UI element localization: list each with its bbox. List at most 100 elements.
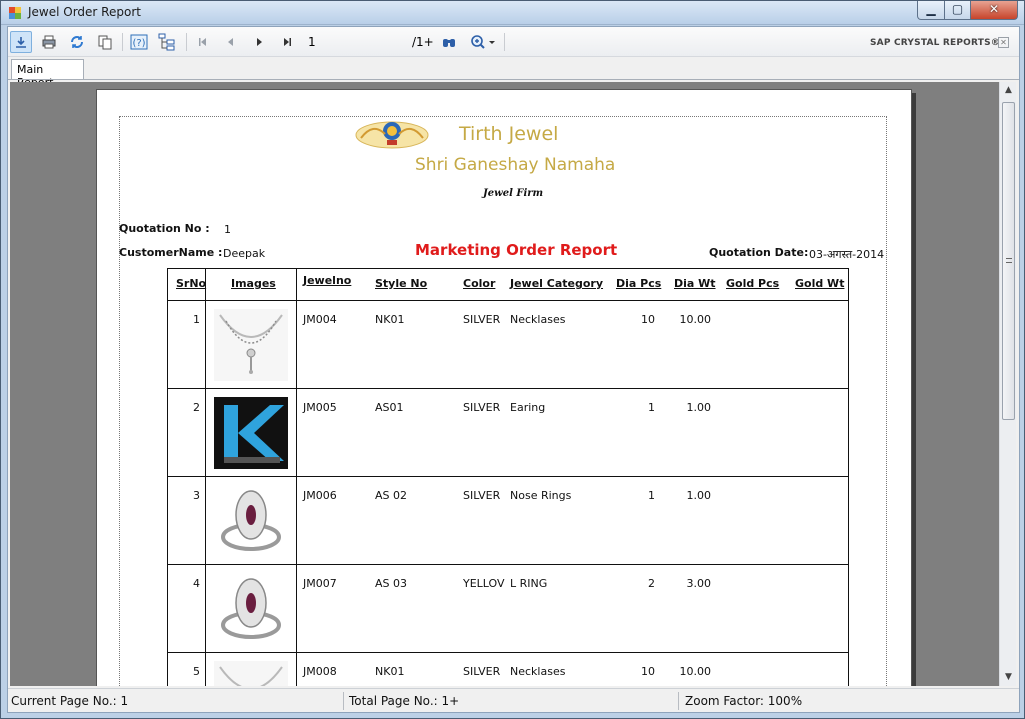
table-row[interactable]: 2 JM005 AS01 SILVER Earing 1 1.00 <box>167 389 849 477</box>
style-no-cell: NK01 <box>375 313 405 326</box>
maximize-button[interactable]: ▢ <box>944 1 971 20</box>
dia-wt-cell: 1.00 <box>686 401 712 414</box>
report-subtitle: Shri Ganeshay Namaha <box>415 155 616 175</box>
dia-wt-cell: 3.00 <box>686 577 712 590</box>
print-icon <box>42 35 56 49</box>
next-page-icon <box>257 38 262 46</box>
report-canvas[interactable]: Tirth Jewel Shri Ganeshay Namaha Jewel F… <box>10 82 999 686</box>
export-icon <box>16 37 26 48</box>
necklace-image <box>214 309 288 381</box>
previous-page-icon <box>228 38 233 46</box>
style-no-cell: NK01 <box>375 665 405 678</box>
window-title: Jewel Order Report <box>28 5 141 19</box>
scroll-up-button[interactable]: ▲ <box>1000 82 1017 99</box>
close-icon: ✕ <box>988 2 1000 16</box>
page-number-input[interactable] <box>306 33 408 51</box>
jewelno-cell: JM004 <box>303 313 337 326</box>
jewelno-cell: JM005 <box>303 401 337 414</box>
export-button[interactable] <box>10 31 32 53</box>
tab-divider <box>8 79 1019 80</box>
refresh-button[interactable] <box>66 31 88 53</box>
column-header-images: Images <box>231 277 276 290</box>
close-button[interactable]: ✕ <box>970 1 1018 20</box>
dia-pcs-cell: 2 <box>648 577 655 590</box>
chevron-down-icon: ▼ <box>1005 672 1012 682</box>
jewelno-cell: JM006 <box>303 489 337 502</box>
category-cell: Necklases <box>510 665 566 678</box>
srno-cell: 3 <box>193 489 200 502</box>
tab-main-report[interactable]: Main Report <box>11 59 84 89</box>
table-row[interactable]: 1 JM004 NK01 SILVER Necklases 10 10.00 <box>167 301 849 389</box>
category-cell: Necklases <box>510 313 566 326</box>
print-button[interactable] <box>38 31 60 53</box>
ring-image <box>214 485 288 557</box>
column-header-dia-pcs: Dia Pcs <box>616 277 662 290</box>
column-header-jewelno: Jewelno <box>303 274 352 287</box>
toolbar-separator <box>504 33 505 51</box>
title-bar[interactable]: Jewel Order Report ▁ ▢ ✕ <box>1 1 1024 25</box>
order-table: SrNo Images Jewelno Style No Color Jewel… <box>167 268 849 686</box>
close-view-button[interactable]: ✕ <box>998 37 1009 48</box>
necklace-image <box>214 661 288 686</box>
current-page-status: Current Page No.: 1 <box>11 694 129 708</box>
last-page-icon <box>284 38 291 46</box>
color-cell: YELLOV <box>463 577 505 590</box>
toolbar-separator <box>122 33 123 51</box>
find-button[interactable] <box>438 31 460 53</box>
table-row[interactable]: 3 JM006 AS 02 SILVER Nose Rings 1 1.00 <box>167 477 849 565</box>
help-button[interactable]: (?) <box>128 31 150 53</box>
group-tree-icon <box>158 33 175 51</box>
dia-wt-cell: 10.00 <box>679 665 712 678</box>
category-cell: Nose Rings <box>510 489 572 502</box>
toolbar-separator <box>186 33 187 51</box>
help-icon: (?) <box>130 34 148 50</box>
color-cell: SILVER <box>463 313 501 326</box>
quotation-no-value: 1 <box>224 223 231 236</box>
status-separator <box>678 692 679 710</box>
app-icon <box>9 7 21 19</box>
column-header-color: Color <box>463 277 496 290</box>
last-page-button[interactable] <box>276 31 298 53</box>
minimize-button[interactable]: ▁ <box>917 1 945 20</box>
color-cell: SILVER <box>463 489 501 502</box>
color-cell: SILVER <box>463 401 501 414</box>
dia-pcs-cell: 1 <box>648 489 655 502</box>
brand-label: SAP CRYSTAL REPORTS® <box>870 38 1000 48</box>
vertical-scrollbar[interactable]: ▲ ▼ <box>999 82 1016 686</box>
table-row[interactable]: 4 JM007 AS 03 YELLOV L RING 2 3.00 <box>167 565 849 653</box>
style-no-cell: AS 03 <box>375 577 408 590</box>
first-page-button[interactable] <box>192 31 214 53</box>
scroll-thumb[interactable] <box>1002 102 1015 420</box>
srno-cell: 5 <box>193 665 200 678</box>
company-name: Tirth Jewel <box>459 123 559 145</box>
style-no-cell: AS 02 <box>375 489 408 502</box>
dia-wt-cell: 10.00 <box>679 313 712 326</box>
report-title: Marketing Order Report <box>415 241 618 259</box>
scroll-down-button[interactable]: ▼ <box>1000 669 1017 686</box>
next-page-button[interactable] <box>248 31 270 53</box>
status-bar: Current Page No.: 1 Total Page No.: 1+ Z… <box>8 688 1019 712</box>
column-header-srno: SrNo <box>176 277 207 290</box>
quotation-date-value: 03-अगस्त-2014 <box>809 248 885 261</box>
k-logo-image <box>214 397 288 469</box>
previous-page-button[interactable] <box>220 31 242 53</box>
maximize-icon: ▢ <box>951 2 964 16</box>
jewelno-cell: JM008 <box>303 665 337 678</box>
column-header-gold-wt: Gold Wt <box>795 277 845 290</box>
zoom-button[interactable] <box>466 31 500 53</box>
close-view-icon: ✕ <box>1000 38 1007 47</box>
minimize-icon: ▁ <box>926 2 936 16</box>
column-header-dia-wt: Dia Wt <box>674 277 716 290</box>
firm-name: Jewel Firm <box>483 188 544 199</box>
find-icon <box>443 39 455 47</box>
grip-icon <box>1006 258 1012 263</box>
refresh-icon <box>71 36 83 48</box>
customer-name-label: CustomerName : <box>119 246 223 259</box>
copy-button[interactable] <box>94 31 116 53</box>
zoom-icon <box>471 35 495 49</box>
group-tree-button[interactable] <box>156 31 178 53</box>
ganesha-logo <box>355 121 429 149</box>
dia-wt-cell: 1.00 <box>686 489 712 502</box>
report-viewer-client: (?) /1+ <box>7 26 1020 713</box>
table-row[interactable]: 5 JM008 NK01 SILVER Necklases 10 10.00 <box>167 653 849 686</box>
